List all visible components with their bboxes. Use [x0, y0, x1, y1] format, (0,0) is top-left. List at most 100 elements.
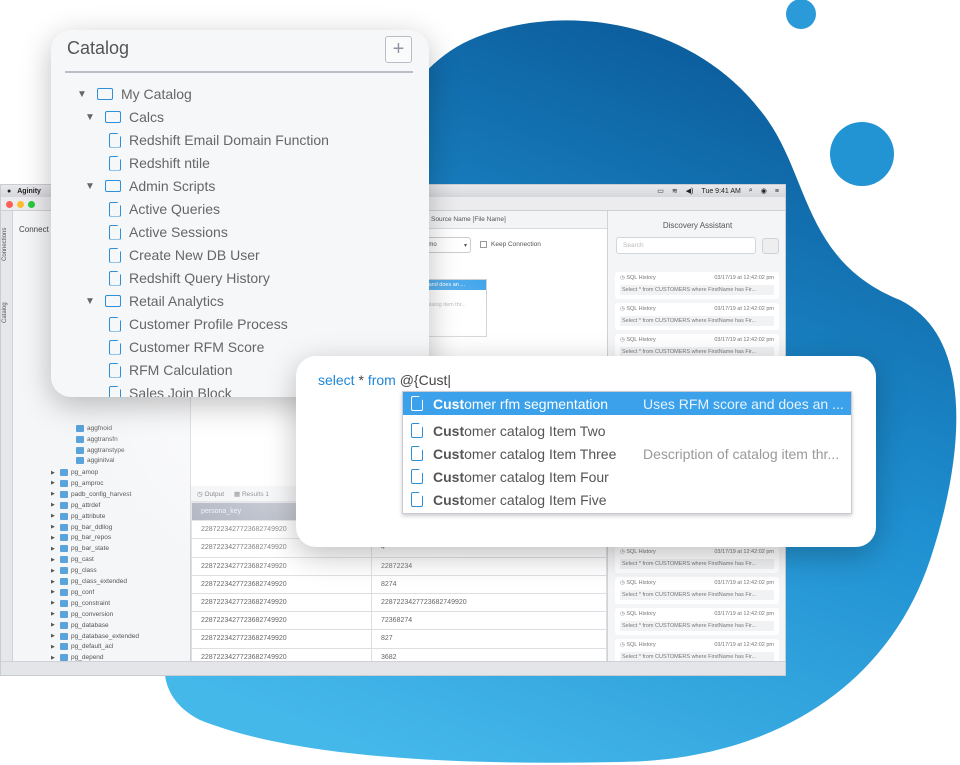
query-input[interactable]: select * from @{Cust|: [318, 372, 451, 388]
table-cell[interactable]: 2287223427723682749920: [191, 611, 372, 631]
tree-table[interactable]: ▶ pg_bar_repos: [51, 534, 111, 542]
tree-table[interactable]: ▶ pg_default_acl: [51, 643, 113, 651]
catalog-folder[interactable]: ▼ Calcs: [85, 109, 164, 125]
expand-arrow-icon[interactable]: ▶: [51, 568, 57, 574]
airplay-icon[interactable]: ▭: [657, 187, 664, 195]
keep-connection-checkbox[interactable]: [480, 241, 487, 248]
tree-table[interactable]: ▶ pg_bar_ddllog: [51, 523, 112, 531]
zoom-button[interactable]: [28, 201, 35, 208]
sql-history-card[interactable]: ◷ SQL History 03/17/19 at 12:42:02 pm Sele…: [615, 577, 779, 604]
tree-table[interactable]: ▶ pg_conversion: [51, 610, 113, 618]
catalog-item[interactable]: Active Sessions: [109, 224, 228, 240]
table-cell[interactable]: 2287223427723682749920: [191, 592, 372, 613]
tree-table[interactable]: ▶ pg_class: [51, 567, 97, 575]
tree-table[interactable]: ▶ pg_amproc: [51, 479, 104, 487]
tree-table[interactable]: ▶ padb_config_harvest: [51, 490, 131, 498]
search-icon[interactable]: ⌕: [749, 187, 753, 195]
sql-history-card[interactable]: ◷ SQL History 03/17/19 at 12:42:02 pm Sele…: [615, 608, 779, 635]
expand-arrow-icon[interactable]: ▶: [51, 535, 57, 541]
catalog-item[interactable]: Active Queries: [109, 201, 220, 217]
tree-table[interactable]: ▶ pg_conf: [51, 588, 94, 596]
catalog-folder[interactable]: ▼ My Catalog: [77, 86, 192, 102]
table-cell[interactable]: 72368274: [371, 611, 607, 631]
tree-table[interactable]: ▶ pg_database_extended: [51, 632, 139, 640]
table-cell[interactable]: 22872234: [371, 556, 607, 576]
catalog-item[interactable]: Redshift ntile: [109, 155, 210, 171]
catalog-folder[interactable]: ▼ Admin Scripts: [85, 178, 215, 194]
tree-table[interactable]: ▶ pg_amop: [51, 469, 98, 476]
catalog-item[interactable]: Redshift Email Domain Function: [109, 132, 329, 148]
expand-arrow-icon[interactable]: ▶: [51, 655, 57, 661]
table-cell[interactable]: 2287223427723682749920: [191, 629, 372, 649]
tree-column[interactable]: aggfnoid: [76, 425, 112, 432]
catalog-item[interactable]: Redshift Query History: [109, 270, 270, 286]
tab-catalog[interactable]: Catalog: [2, 302, 8, 323]
tree-table[interactable]: ▶ pg_class_extended: [51, 578, 127, 585]
tree-column[interactable]: aggtransfn: [76, 435, 118, 443]
editor-tab[interactable]: Source Name [File Name]: [431, 216, 506, 223]
table-icon: [60, 643, 68, 651]
catalog-item[interactable]: Create New DB User: [109, 247, 260, 263]
tree-table[interactable]: ▶ pg_constraint: [51, 599, 110, 607]
expand-arrow-icon[interactable]: ▶: [51, 491, 57, 497]
catalog-folder[interactable]: ▼ Retail Analytics: [85, 293, 224, 309]
expand-arrow-icon[interactable]: ▶: [51, 633, 57, 639]
table-row: 2287223427723682749920 72368274: [191, 611, 607, 631]
expand-arrow-icon[interactable]: ▶: [51, 513, 57, 519]
minimize-button[interactable]: [17, 201, 24, 208]
tree-table[interactable]: ▶ pg_attrdef: [51, 501, 100, 509]
list-icon[interactable]: ≡: [775, 188, 779, 195]
expand-arrow-icon[interactable]: ▶: [51, 502, 57, 508]
caret-down-icon[interactable]: ▼: [85, 112, 97, 123]
suggestion-item[interactable]: Customer catalog Item Five: [403, 488, 851, 511]
catalog-item[interactable]: Customer RFM Score: [109, 339, 264, 355]
filter-button[interactable]: [762, 238, 779, 254]
table-cell[interactable]: 2287223427723682749920: [191, 556, 372, 576]
wifi-icon[interactable]: ≋: [672, 187, 678, 195]
autocomplete-panel: select * from @{Cust| Customer rfm segme…: [296, 356, 876, 547]
caret-down-icon[interactable]: ▼: [85, 181, 97, 192]
expand-arrow-icon[interactable]: ▶: [51, 589, 57, 595]
tree-table[interactable]: ▶ pg_attribute: [51, 512, 105, 520]
caret-down-icon[interactable]: ▼: [77, 89, 89, 100]
add-button[interactable]: +: [385, 36, 412, 63]
sql-history-card[interactable]: ◷ SQL History 03/17/19 at 12:42:02 pm Sele…: [615, 303, 779, 330]
siri-icon[interactable]: ◉: [761, 187, 767, 195]
expand-arrow-icon[interactable]: ▶: [51, 546, 57, 552]
tab-output[interactable]: ◷ Output: [197, 490, 224, 498]
expand-arrow-icon[interactable]: ▶: [51, 644, 57, 650]
tab-connections[interactable]: Connections: [2, 228, 8, 261]
table-cell[interactable]: 2287223427723682749920: [371, 592, 607, 613]
table-cell[interactable]: 2287223427723682749920: [191, 574, 372, 594]
discovery-search-input[interactable]: Search: [616, 237, 756, 254]
table-cell[interactable]: 8274: [371, 574, 607, 594]
sql-history-card[interactable]: ◷ SQL History 03/17/19 at 12:42:02 pm Sele…: [615, 546, 779, 573]
suggestion-item[interactable]: Customer catalog Item Four: [403, 465, 851, 488]
catalog-item[interactable]: RFM Calculation: [109, 362, 232, 378]
expand-arrow-icon[interactable]: ▶: [51, 470, 57, 476]
tree-table[interactable]: ▶ pg_bar_state: [51, 545, 109, 553]
expand-arrow-icon[interactable]: ▶: [51, 557, 57, 563]
tab-results-1[interactable]: ▦ Results 1: [234, 490, 269, 498]
sql-history-card[interactable]: ◷ SQL History 03/17/19 at 12:42:02 pm Sele…: [615, 272, 779, 299]
tree-table[interactable]: ▶ pg_cast: [51, 556, 94, 564]
table-cell[interactable]: 827: [371, 629, 607, 649]
table-icon: [60, 512, 68, 520]
tree-column[interactable]: aggtranstype: [76, 446, 125, 454]
caret-down-icon[interactable]: ▼: [85, 296, 97, 307]
expand-arrow-icon[interactable]: ▶: [51, 600, 57, 606]
expand-arrow-icon[interactable]: ▶: [51, 622, 57, 628]
expand-arrow-icon[interactable]: ▶: [51, 480, 57, 486]
tree-column[interactable]: agginitval: [76, 457, 114, 465]
volume-icon[interactable]: ◀): [686, 187, 694, 195]
catalog-item[interactable]: Customer Profile Process: [109, 316, 288, 332]
expand-arrow-icon[interactable]: ▶: [51, 611, 57, 617]
expand-arrow-icon[interactable]: ▶: [51, 524, 57, 530]
suggestion-item[interactable]: Customer rfm segmentation Uses RFM score …: [403, 392, 851, 415]
tree-table[interactable]: ▶ pg_database: [51, 621, 109, 629]
catalog-item[interactable]: Sales Join Block: [109, 385, 232, 397]
expand-arrow-icon[interactable]: ▶: [51, 579, 57, 585]
suggestion-item[interactable]: Customer catalog Item Three Description o…: [403, 442, 851, 465]
close-button[interactable]: [6, 201, 13, 208]
suggestion-item[interactable]: Customer catalog Item Two: [403, 419, 851, 442]
